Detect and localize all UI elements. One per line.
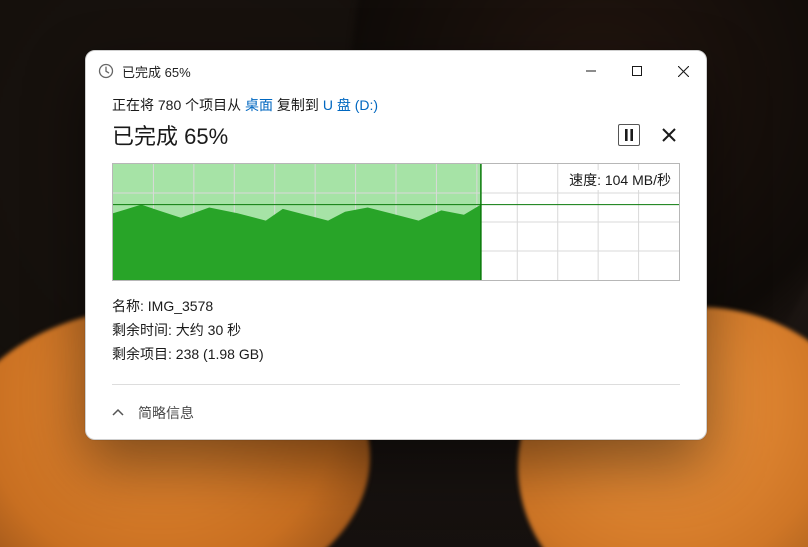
file-copy-dialog: 已完成 65% 正在将 780 个项目从 桌面 复制到 U 盘 (D:) 已完成… [85, 50, 707, 440]
window-title: 已完成 65% [122, 62, 191, 81]
detail-time-value: 大约 30 秒 [176, 322, 241, 338]
maximize-button[interactable] [614, 51, 660, 91]
copy-description: 正在将 780 个项目从 桌面 复制到 U 盘 (D:) [112, 95, 680, 115]
copy-destination-link[interactable]: U 盘 (D:) [323, 97, 378, 113]
detail-time-label: 剩余时间: [112, 322, 176, 338]
details-toggle[interactable]: 简略信息 [86, 403, 706, 439]
chevron-up-icon [112, 407, 124, 419]
detail-name-label: 名称: [112, 298, 148, 314]
minimize-button[interactable] [568, 51, 614, 91]
detail-items-row: 剩余项目: 238 (1.98 GB) [112, 343, 680, 367]
cancel-button[interactable] [658, 124, 680, 146]
copy-middle: 复制到 [273, 97, 323, 113]
copy-source-link[interactable]: 桌面 [245, 97, 273, 113]
progress-percent-text: 已完成 65% [112, 119, 600, 151]
pause-button[interactable] [618, 124, 640, 146]
pause-icon [624, 129, 634, 141]
details-toggle-label: 简略信息 [138, 403, 194, 423]
speed-chart: 速度: 104 MB/秒 [112, 163, 680, 281]
divider [112, 384, 680, 385]
close-icon [662, 128, 676, 142]
titlebar[interactable]: 已完成 65% [86, 51, 706, 91]
detail-items-label: 剩余项目: [112, 346, 176, 362]
copy-prefix: 正在将 780 个项目从 [112, 97, 245, 113]
speed-label: 速度: 104 MB/秒 [567, 170, 673, 190]
detail-time-row: 剩余时间: 大约 30 秒 [112, 319, 680, 343]
detail-name-row: 名称: IMG_3578 [112, 295, 680, 319]
detail-items-value: 238 (1.98 GB) [176, 346, 264, 362]
clock-icon [98, 63, 114, 79]
close-button[interactable] [660, 51, 706, 91]
detail-name-value: IMG_3578 [148, 298, 213, 314]
